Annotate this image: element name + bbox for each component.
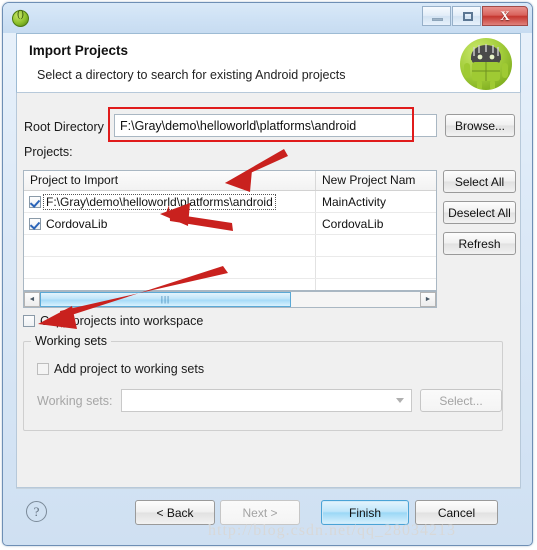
copy-projects-checkbox[interactable] <box>23 315 35 327</box>
cell-empty <box>316 279 436 290</box>
close-icon: X <box>500 8 510 23</box>
scroll-right-arrow-icon[interactable]: ► <box>420 292 436 307</box>
copy-projects-label: Copy projects into workspace <box>40 314 204 328</box>
close-button[interactable]: X <box>482 6 528 26</box>
row-checkbox[interactable] <box>29 217 41 230</box>
working-sets-group-title: Working sets <box>31 334 112 348</box>
add-to-working-sets-row[interactable]: Add project to working sets <box>37 362 204 376</box>
minimize-icon <box>432 18 443 21</box>
add-to-working-sets-checkbox[interactable] <box>37 363 49 375</box>
cell-empty <box>316 235 436 256</box>
screenshot-root: X Import Projects Select a directory to … <box>0 0 537 550</box>
cell-empty <box>24 235 316 256</box>
help-icon[interactable]: ? <box>26 501 47 522</box>
row-checkbox[interactable] <box>29 195 41 208</box>
working-sets-combo[interactable] <box>121 389 412 412</box>
cell-project-text: CordovaLib <box>46 216 108 231</box>
cell-project[interactable]: F:\Gray\demo\helloworld\platforms\androi… <box>24 191 316 212</box>
cancel-button[interactable]: Cancel <box>415 500 498 525</box>
cell-empty <box>24 257 316 278</box>
cell-project[interactable]: CordovaLib <box>24 213 316 234</box>
cell-new-name[interactable]: MainActivity <box>316 191 436 212</box>
next-button: Next > <box>220 500 300 525</box>
projects-label: Projects: <box>24 145 73 159</box>
minimize-button[interactable] <box>422 6 451 26</box>
working-sets-field-label: Working sets: <box>37 394 113 408</box>
title-bar: X <box>3 3 532 33</box>
root-directory-label: Root Directory <box>24 120 104 134</box>
back-button[interactable]: < Back <box>135 500 215 525</box>
cell-project-text: F:\Gray\demo\helloworld\platforms\androi… <box>43 193 276 210</box>
deselect-all-button[interactable]: Deselect All <box>443 201 516 224</box>
table-row-empty <box>24 279 436 290</box>
table-row-empty <box>24 235 436 257</box>
scrollbar-track[interactable]: ||| <box>40 292 420 307</box>
table-row[interactable]: F:\Gray\demo\helloworld\platforms\androi… <box>24 191 436 213</box>
working-sets-group <box>23 341 503 431</box>
finish-button[interactable]: Finish <box>321 500 409 525</box>
table-row-empty <box>24 257 436 279</box>
import-projects-dialog: X Import Projects Select a directory to … <box>2 2 533 546</box>
column-header-new-name[interactable]: New Project Nam <box>316 171 436 190</box>
page-title: Import Projects <box>29 43 129 58</box>
table-header-row: Project to Import New Project Nam <box>24 171 436 191</box>
table-horizontal-scrollbar[interactable]: ◄ ||| ► <box>23 291 437 308</box>
table-row[interactable]: CordovaLib CordovaLib <box>24 213 436 235</box>
cell-empty <box>24 279 316 290</box>
add-to-working-sets-label: Add project to working sets <box>54 362 205 376</box>
projects-table[interactable]: Project to Import New Project Nam F:\Gra… <box>23 170 437 291</box>
cell-new-name[interactable]: CordovaLib <box>316 213 436 234</box>
android-logo-icon <box>460 38 512 90</box>
column-header-project[interactable]: Project to Import <box>24 171 316 190</box>
scrollbar-thumb[interactable]: ||| <box>40 292 291 307</box>
eclipse-icon <box>12 9 29 27</box>
scroll-left-arrow-icon[interactable]: ◄ <box>24 292 40 307</box>
window-controls: X <box>422 6 528 26</box>
browse-button[interactable]: Browse... <box>445 114 515 137</box>
select-working-sets-button[interactable]: Select... <box>420 389 502 412</box>
refresh-button[interactable]: Refresh <box>443 232 516 255</box>
maximize-button[interactable] <box>452 6 481 26</box>
maximize-icon <box>463 12 473 21</box>
chevron-down-icon <box>396 398 404 403</box>
root-directory-input[interactable]: F:\Gray\demo\helloworld\platforms\androi… <box>114 114 437 137</box>
cell-empty <box>316 257 436 278</box>
select-all-button[interactable]: Select All <box>443 170 516 193</box>
page-subtitle: Select a directory to search for existin… <box>37 68 346 82</box>
copy-projects-checkbox-row[interactable]: Copy projects into workspace <box>23 314 203 328</box>
dialog-header: Import Projects Select a directory to se… <box>16 33 521 93</box>
